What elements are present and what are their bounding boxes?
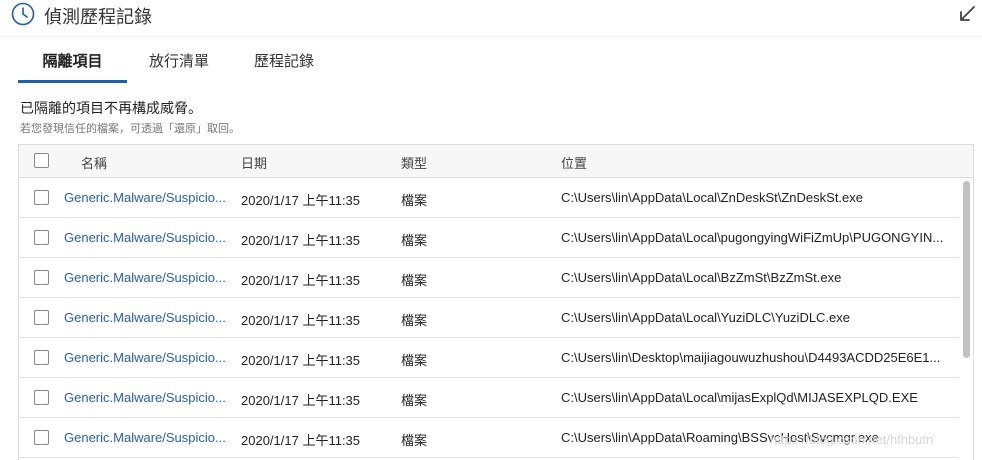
header-divider — [0, 36, 982, 37]
table-row[interactable]: Generic.Malware/Suspicio... 2020/1/17 上午… — [19, 178, 959, 218]
item-type: 檔案 — [401, 393, 428, 408]
item-type: 檔案 — [401, 313, 428, 328]
threat-name-link[interactable]: Generic.Malware/Suspicio... — [64, 270, 227, 285]
item-type: 檔案 — [401, 273, 428, 288]
select-all-checkbox[interactable] — [34, 153, 49, 168]
watermark: https://blog.csdn.net/hfhbutn — [770, 432, 934, 447]
column-header-date[interactable]: 日期 — [241, 153, 267, 172]
detection-date: 2020/1/17 上午11:35 — [241, 233, 361, 248]
item-type: 檔案 — [401, 433, 428, 448]
restore-hint: 若您發現信任的檔案，可透過「還原」取回。 — [20, 123, 240, 135]
row-checkbox[interactable] — [34, 430, 49, 445]
row-checkbox[interactable] — [34, 350, 49, 365]
item-type: 檔案 — [401, 353, 428, 368]
row-checkbox[interactable] — [34, 230, 49, 245]
file-location: C:\Users\lin\AppData\Local\ZnDeskSt\ZnDe… — [561, 190, 864, 205]
threat-name-link[interactable]: Generic.Malware/Suspicio... — [64, 390, 227, 405]
threat-name-link[interactable]: Generic.Malware/Suspicio... — [64, 230, 227, 245]
file-location: C:\Users\lin\AppData\Local\BzZmSt\BzZmSt… — [561, 270, 842, 285]
row-checkbox[interactable] — [34, 270, 49, 285]
item-type: 檔案 — [401, 233, 428, 248]
threat-name-link[interactable]: Generic.Malware/Suspicio... — [64, 310, 227, 325]
file-location: C:\Users\lin\AppData\Local\mijasExplQd\M… — [561, 390, 918, 405]
detection-date: 2020/1/17 上午11:35 — [241, 353, 361, 368]
column-header-location[interactable]: 位置 — [561, 153, 587, 172]
file-location: C:\Users\lin\AppData\Local\YuziDLC\YuziD… — [561, 310, 851, 325]
quarantine-table: 名稱 日期 類型 位置 Generic.Malware/Suspicio... … — [18, 144, 974, 460]
detection-date: 2020/1/17 上午11:35 — [241, 313, 361, 328]
row-checkbox[interactable] — [34, 390, 49, 405]
detection-date: 2020/1/17 上午11:35 — [241, 393, 361, 408]
tab-quarantine[interactable]: 隔離項目 — [18, 50, 127, 83]
tab-history[interactable]: 歷程記錄 — [231, 50, 337, 83]
title-bar: 偵測歷程記錄 — [0, 0, 982, 30]
window-title: 偵測歷程記錄 — [44, 7, 152, 27]
scrollbar-thumb[interactable] — [963, 181, 970, 358]
file-location: C:\Users\lin\Desktop\maijiagouwuzhushou\… — [561, 350, 941, 365]
table-row[interactable]: Generic.Malware/Suspicio... 2020/1/17 上午… — [19, 378, 959, 418]
file-location: C:\Users\lin\AppData\Local\pugongyingWiF… — [561, 230, 944, 245]
detection-date: 2020/1/17 上午11:35 — [241, 273, 361, 288]
threat-name-link[interactable]: Generic.Malware/Suspicio... — [64, 190, 227, 205]
threat-name-link[interactable]: Generic.Malware/Suspicio... — [64, 430, 227, 445]
threat-name-link[interactable]: Generic.Malware/Suspicio... — [64, 350, 227, 365]
table-row[interactable]: Generic.Malware/Suspicio... 2020/1/17 上午… — [19, 258, 959, 298]
history-clock-icon — [11, 2, 35, 26]
quarantine-summary: 已隔離的項目不再構成威脅。 — [20, 100, 202, 116]
item-type: 檔案 — [401, 193, 428, 208]
table-row[interactable]: Generic.Malware/Suspicio... 2020/1/17 上午… — [19, 338, 959, 378]
table-row[interactable]: Generic.Malware/Suspicio... 2020/1/17 上午… — [19, 218, 959, 258]
row-checkbox[interactable] — [34, 190, 49, 205]
table-row[interactable]: Generic.Malware/Suspicio... 2020/1/17 上午… — [19, 298, 959, 338]
shrink-arrow-icon[interactable] — [956, 3, 978, 25]
column-header-name[interactable]: 名稱 — [81, 153, 107, 172]
row-checkbox[interactable] — [34, 310, 49, 325]
table-header: 名稱 日期 類型 位置 — [19, 145, 973, 178]
detection-date: 2020/1/17 上午11:35 — [241, 193, 361, 208]
tab-allow-list[interactable]: 放行清單 — [127, 50, 231, 83]
detection-date: 2020/1/17 上午11:35 — [241, 433, 361, 448]
column-header-type[interactable]: 類型 — [401, 153, 427, 172]
